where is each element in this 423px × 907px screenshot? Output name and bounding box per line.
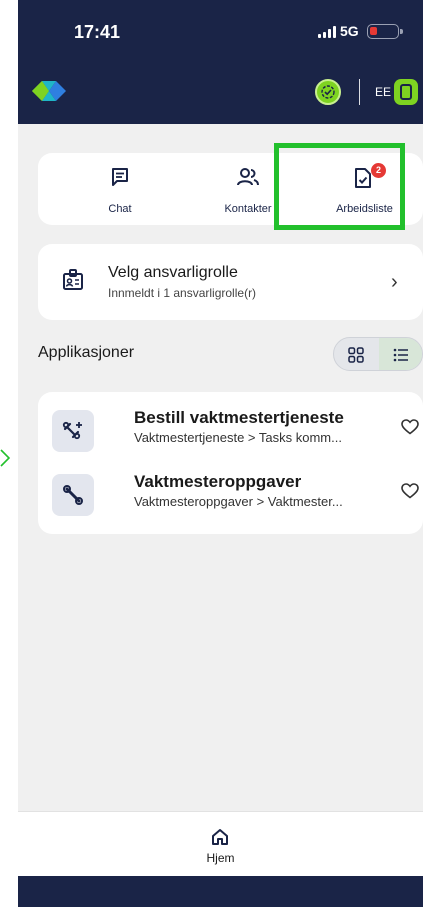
phone-screen: 17:41 5G EE Chat Kontakter 2 Arbeidslist…	[18, 0, 423, 907]
wrench-icon	[63, 485, 83, 505]
home-indicator-bar	[18, 876, 423, 907]
list-view-button[interactable]	[379, 338, 422, 370]
home-icon[interactable]	[211, 828, 229, 846]
grid-view-button[interactable]	[334, 338, 379, 370]
nav-home-label[interactable]: Hjem	[18, 851, 423, 865]
role-subtitle: Innmeldt i 1 ansvarligrolle(r)	[108, 286, 257, 300]
heart-icon[interactable]	[401, 483, 419, 499]
app-header: EE	[18, 62, 423, 124]
status-bar: 17:41 5G	[18, 0, 423, 62]
heart-icon[interactable]	[401, 419, 419, 435]
app-icon-tile	[52, 474, 94, 516]
cell-signal-icon	[318, 26, 336, 38]
user-initials[interactable]: EE	[375, 85, 391, 99]
list-view-icon	[393, 348, 408, 362]
worklist-highlight-frame	[274, 143, 405, 230]
status-time: 17:41	[74, 22, 121, 42]
header-divider	[359, 79, 360, 105]
view-toggle	[333, 337, 423, 371]
wrench-plus-icon	[62, 421, 82, 440]
list-item[interactable]: Vaktmesteroppgaver Vaktmesteroppgaver > …	[38, 470, 423, 530]
app-title: Vaktmesteroppgaver	[134, 472, 302, 491]
app-subtitle: Vaktmesteroppgaver > Vaktmester...	[134, 494, 343, 509]
id-card-icon	[63, 269, 83, 290]
app-subtitle: Vaktmestertjeneste > Tasks komm...	[134, 430, 342, 445]
list-item[interactable]: Bestill vaktmestertjeneste Vaktmestertje…	[38, 406, 423, 466]
chevron-right-icon: ›	[391, 271, 398, 293]
contacts-icon	[237, 168, 259, 186]
app-icon-tile	[52, 410, 94, 452]
diamond-logo-icon[interactable]	[32, 81, 66, 101]
page-edge-arrow-icon	[0, 449, 10, 467]
select-role-card[interactable]: Velg ansvarligrolle Innmeldt i 1 ansvarl…	[38, 244, 423, 320]
applications-heading: Applikasjoner	[38, 344, 135, 361]
chat-label: Chat	[108, 203, 132, 215]
device-icon[interactable]	[394, 79, 418, 105]
applications-list: Bestill vaktmestertjeneste Vaktmestertje…	[38, 392, 423, 534]
grid-view-icon	[348, 347, 364, 363]
status-check-icon[interactable]	[315, 79, 341, 105]
role-title: Velg ansvarligrolle	[108, 264, 238, 281]
chat-button[interactable]: Chat	[78, 153, 162, 225]
chat-icon	[112, 168, 128, 186]
battery-icon	[367, 24, 403, 39]
app-title: Bestill vaktmestertjeneste	[134, 408, 344, 427]
bottom-nav: Hjem	[18, 811, 423, 876]
network-type: 5G	[340, 23, 359, 39]
